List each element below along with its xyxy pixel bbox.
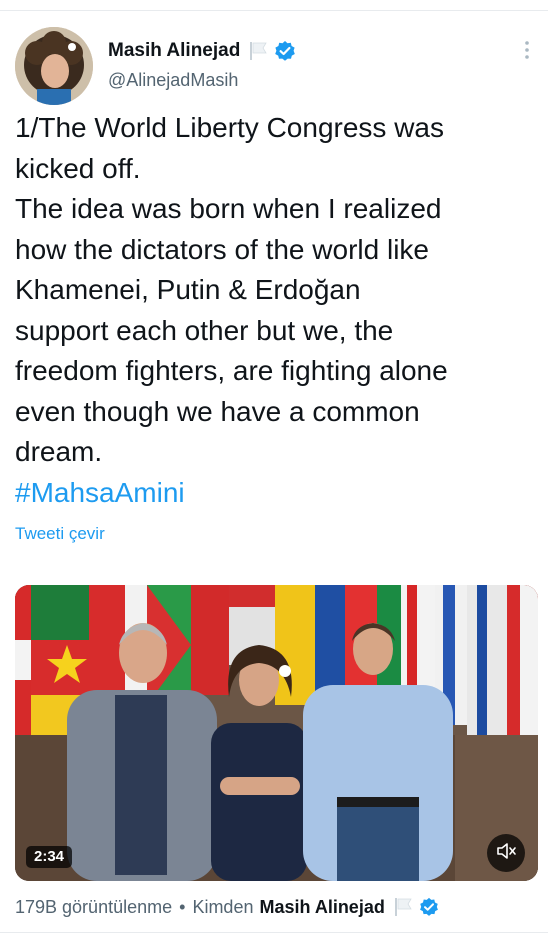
author-handle[interactable]: @AlinejadMasih — [108, 70, 238, 91]
bottom-divider — [0, 932, 548, 933]
video-thumbnail — [15, 585, 538, 881]
tweet-line: dream. — [15, 436, 103, 467]
tweet-line: 1/The World Liberty Congress was — [15, 112, 444, 143]
view-count[interactable]: 179B görüntülenme — [15, 897, 172, 918]
white-flag-icon — [393, 897, 413, 917]
top-divider — [0, 10, 548, 11]
tweet-line: Khamenei, Putin & Erdoğan — [15, 274, 361, 305]
author-name-row[interactable]: Masih Alinejad — [108, 38, 296, 64]
tweet-line: even though we have a common — [15, 395, 420, 427]
more-options-icon[interactable] — [520, 38, 534, 62]
author-avatar[interactable] — [15, 27, 93, 105]
video-player[interactable] — [15, 585, 538, 881]
avatar-photo — [15, 27, 93, 105]
author-display-name[interactable]: Masih Alinejad — [108, 40, 240, 62]
tweet-line: kicked off. — [15, 152, 141, 184]
tweet-line: The idea was born when I realized — [15, 193, 442, 224]
verified-badge-icon — [274, 40, 296, 62]
from-author-name[interactable]: Masih Alinejad — [259, 897, 384, 918]
from-label: Kimden — [192, 896, 254, 917]
tweet-line: support each other but we, the — [15, 314, 394, 346]
white-flag-icon — [248, 41, 268, 61]
tweet-text: 1/The World Liberty Congress was kicked … — [15, 108, 530, 513]
speaker-muted-icon — [495, 840, 517, 867]
mute-toggle-button[interactable] — [487, 834, 525, 872]
tweet-footer: 179B görüntülenme • Kimden Masih Alineja… — [15, 894, 439, 920]
verified-badge-icon — [419, 897, 439, 917]
tweet-line: freedom fighters, are fighting alone — [15, 355, 448, 386]
tweet-line: how the dictators of the world like — [15, 233, 429, 265]
hashtag-link[interactable]: #MahsaAmini — [15, 473, 530, 514]
video-duration: 2:34 — [26, 846, 73, 868]
translate-tweet-link[interactable]: Tweeti çevir — [15, 524, 105, 544]
separator-dot: • — [179, 896, 186, 917]
